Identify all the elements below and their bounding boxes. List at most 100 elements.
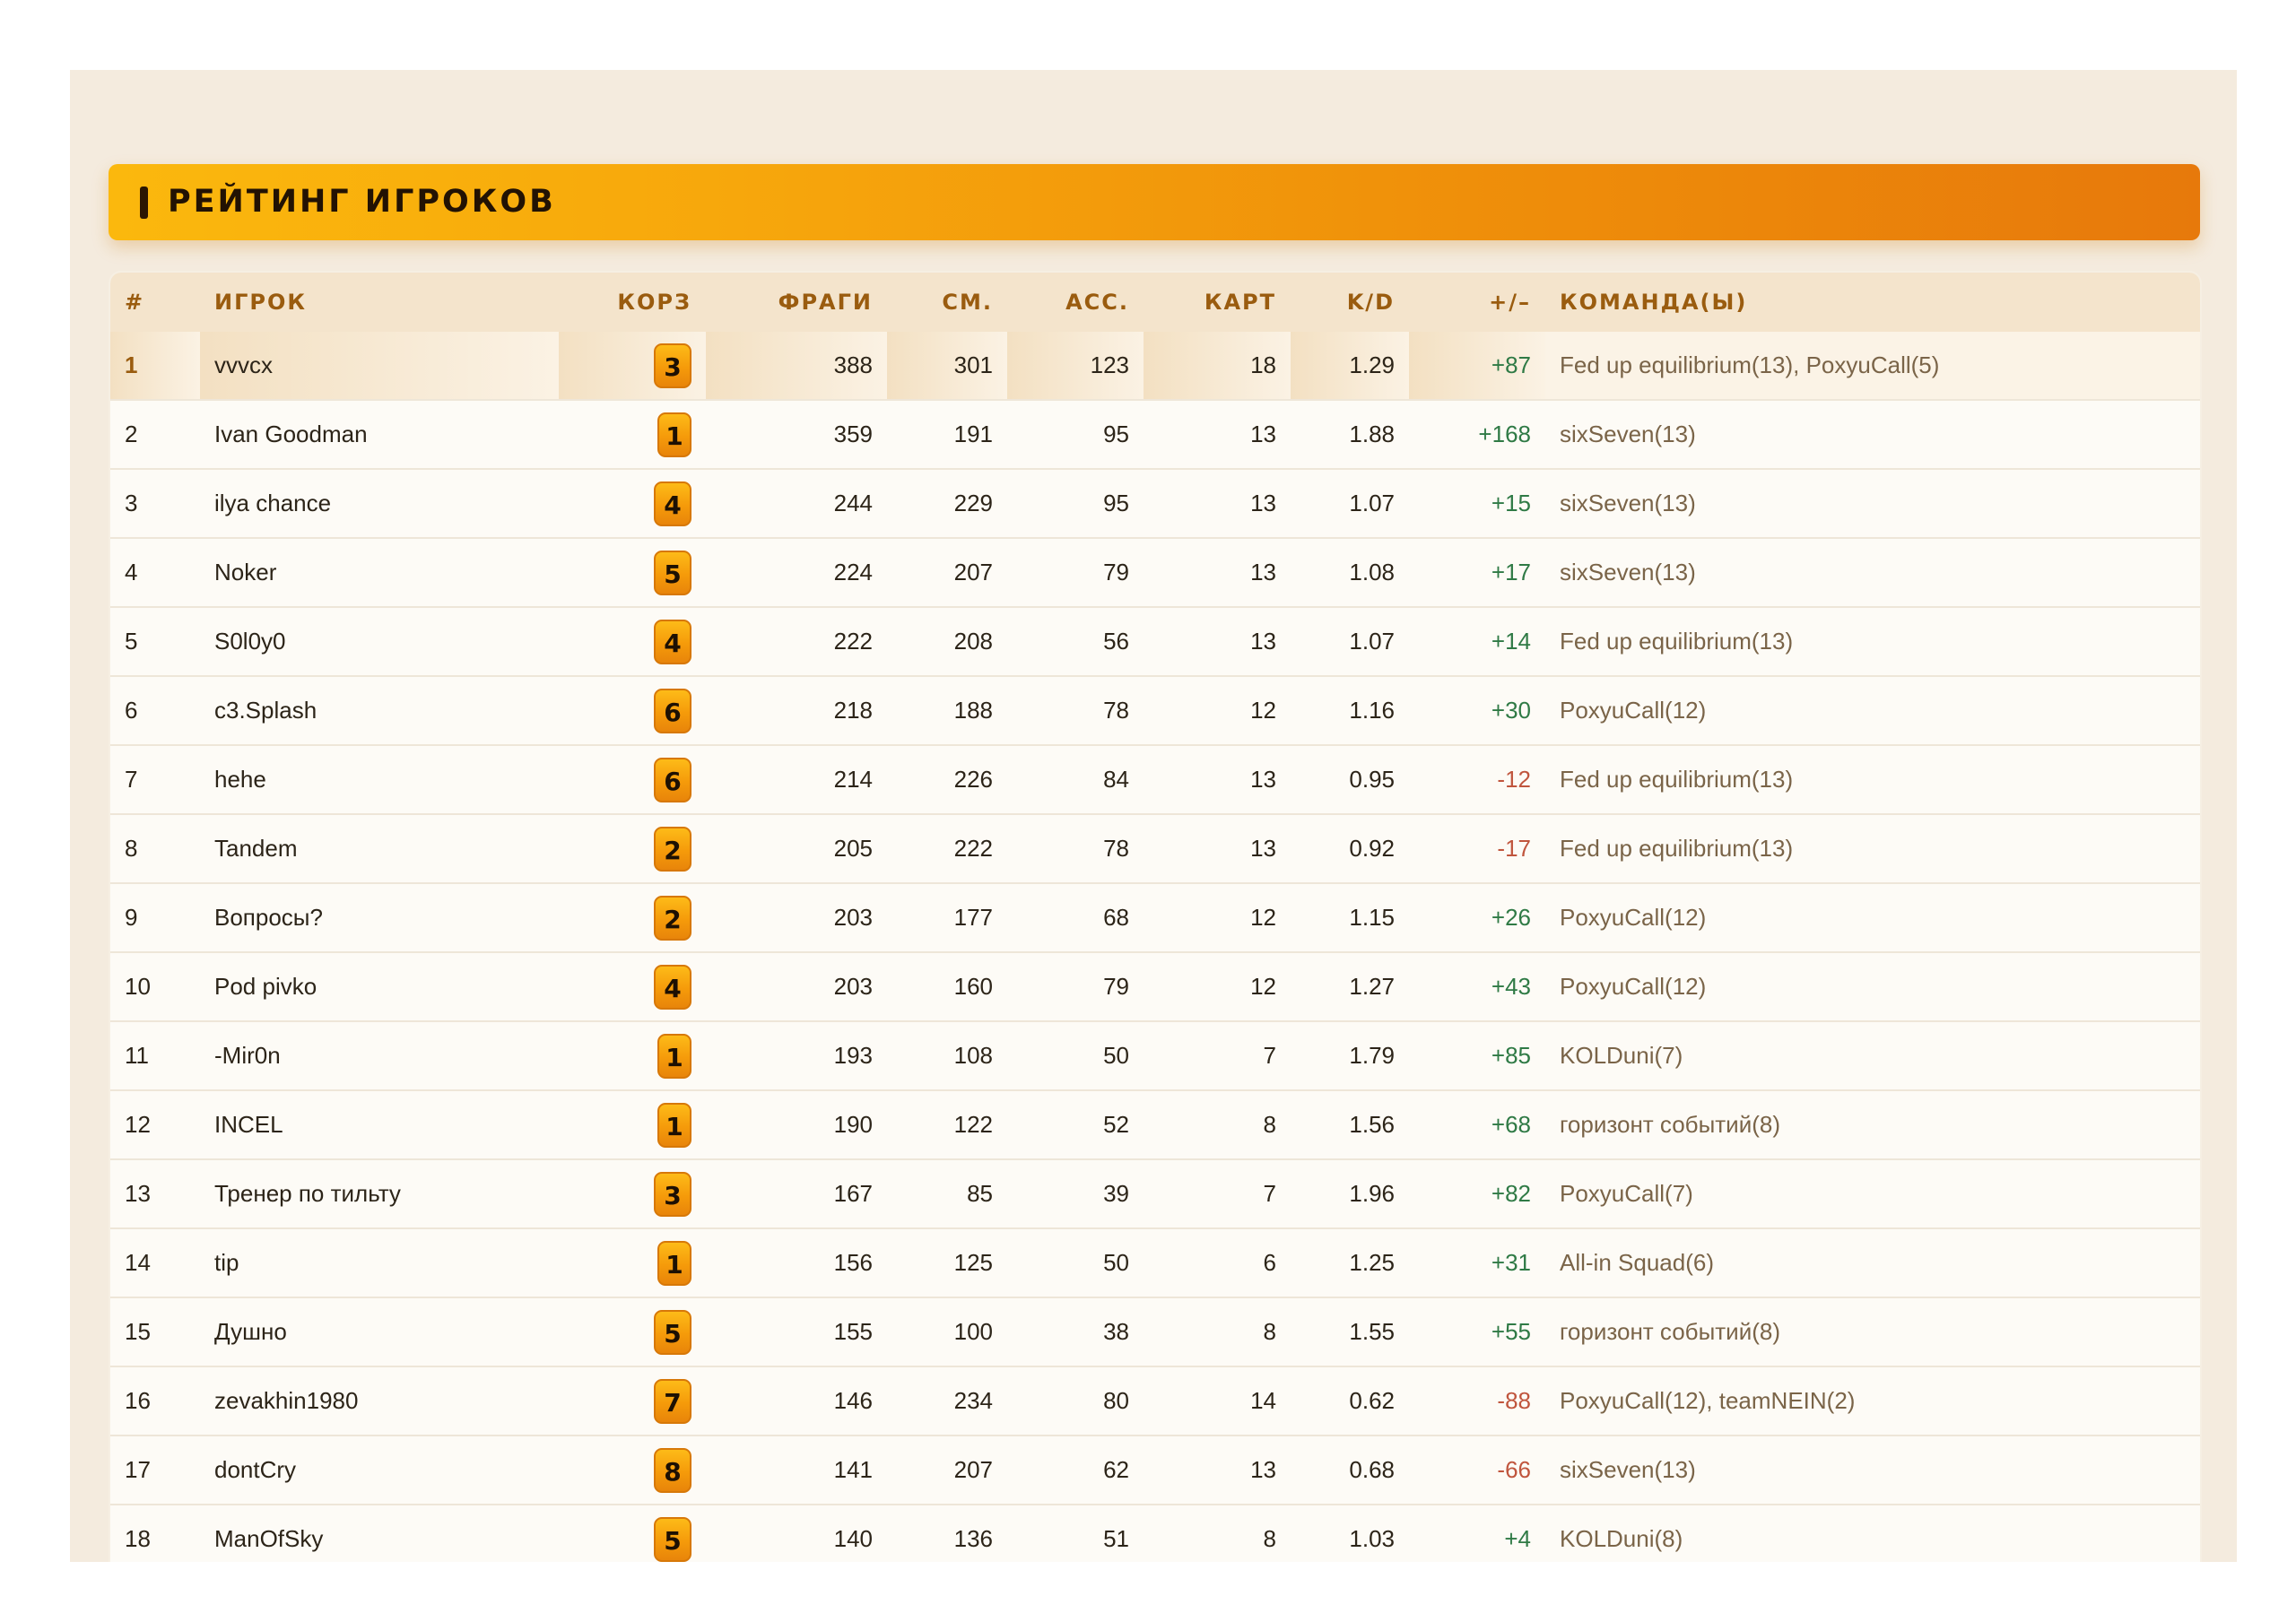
title-bar: РЕЙТИНГ ИГРОКОВ [109, 164, 2200, 240]
kd-cell: 0.62 [1291, 1366, 1409, 1436]
table-row[interactable]: 7 hehe 6 214 226 84 13 0.95 -12 Fed up equilibriu… [110, 745, 2200, 815]
rank-cell: 3 [110, 469, 200, 539]
player-name-cell: ilya chance [200, 469, 559, 539]
table-row[interactable]: 15 Душно 5 155 100 38 8 1.55 +55 горизонт событий… [110, 1297, 2200, 1367]
table-row[interactable]: 5 S0l0y0 4 222 208 56 13 1.07 +14 Fed up equilibr… [110, 607, 2200, 677]
column-header-kd[interactable]: K/D [1291, 273, 1409, 332]
teams-cell: PoxyuCall(12) [1545, 883, 2200, 953]
kd-cell: 1.07 [1291, 469, 1409, 539]
table-row[interactable]: 16 zevakhin1980 7 146 234 80 14 0.62 -88 PoxyuCal… [110, 1366, 2200, 1436]
basket-cell: 1 [559, 1228, 706, 1298]
basket-cell: 3 [559, 1159, 706, 1229]
column-header-rank[interactable]: # [110, 273, 200, 332]
assists-cell: 51 [1007, 1505, 1144, 1562]
table-row[interactable]: 8 Tandem 2 205 222 78 13 0.92 -17 Fed up equilibr… [110, 814, 2200, 884]
assists-cell: 62 [1007, 1436, 1144, 1505]
assists-cell: 79 [1007, 538, 1144, 608]
player-name-cell: -Mir0n [200, 1021, 559, 1091]
maps-cell: 13 [1144, 469, 1291, 539]
deaths-cell: 229 [887, 469, 1007, 539]
deaths-cell: 160 [887, 952, 1007, 1022]
maps-cell: 12 [1144, 676, 1291, 746]
rank-cell: 17 [110, 1436, 200, 1505]
rank-cell: 14 [110, 1228, 200, 1298]
table-row[interactable]: 9 Вопросы? 2 203 177 68 12 1.15 +26 PoxyuCall(12) [110, 883, 2200, 953]
table-row[interactable]: 14 tip 1 156 125 50 6 1.25 +31 All-in Squad(6) [110, 1228, 2200, 1298]
kills-cell: 203 [706, 883, 887, 953]
table-row[interactable]: 18 ManOfSky 5 140 136 51 8 1.03 +4 KOLDuni(8) [110, 1505, 2200, 1562]
rank-cell: 16 [110, 1366, 200, 1436]
kd-cell: 1.55 [1291, 1297, 1409, 1367]
kd-cell: 1.96 [1291, 1159, 1409, 1229]
column-header-assists[interactable]: АСС. [1007, 273, 1144, 332]
assists-cell: 78 [1007, 814, 1144, 884]
table-row[interactable]: 12 INCEL 1 190 122 52 8 1.56 +68 горизонт событий… [110, 1090, 2200, 1160]
basket-badge: 8 [654, 1447, 691, 1493]
deaths-cell: 226 [887, 745, 1007, 815]
teams-cell: горизонт событий(8) [1545, 1297, 2200, 1367]
assists-cell: 79 [1007, 952, 1144, 1022]
rank-cell: 1 [110, 332, 200, 401]
basket-badge: 6 [654, 688, 691, 733]
rank-cell: 7 [110, 745, 200, 815]
player-name-cell: vvvcx [200, 332, 559, 401]
basket-cell: 8 [559, 1436, 706, 1505]
rating-panel: РЕЙТИНГ ИГРОКОВ # ИГРОК КОРЗ ФРАГИ СМ. А… [70, 70, 2237, 1562]
teams-cell: sixSeven(13) [1545, 469, 2200, 539]
deaths-cell: 100 [887, 1297, 1007, 1367]
diff-cell: +14 [1409, 607, 1545, 677]
assists-cell: 50 [1007, 1021, 1144, 1091]
basket-cell: 4 [559, 607, 706, 677]
kd-cell: 0.92 [1291, 814, 1409, 884]
assists-cell: 56 [1007, 607, 1144, 677]
column-header-kills[interactable]: ФРАГИ [706, 273, 887, 332]
column-header-player[interactable]: ИГРОК [200, 273, 559, 332]
table-row[interactable]: 13 Тренер по тильту 3 167 85 39 7 1.96 +82 PoxyuC… [110, 1159, 2200, 1229]
basket-cell: 1 [559, 1090, 706, 1160]
player-name-cell: Noker [200, 538, 559, 608]
player-name-cell: S0l0y0 [200, 607, 559, 677]
player-name-cell: dontCry [200, 1436, 559, 1505]
assists-cell: 95 [1007, 469, 1144, 539]
column-header-deaths[interactable]: СМ. [887, 273, 1007, 332]
maps-cell: 12 [1144, 952, 1291, 1022]
deaths-cell: 108 [887, 1021, 1007, 1091]
deaths-cell: 85 [887, 1159, 1007, 1229]
table-row[interactable]: 6 c3.Splash 6 218 188 78 12 1.16 +30 PoxyuCall(12… [110, 676, 2200, 746]
teams-cell: PoxyuCall(7) [1545, 1159, 2200, 1229]
rank-cell: 5 [110, 607, 200, 677]
maps-cell: 13 [1144, 745, 1291, 815]
maps-cell: 13 [1144, 607, 1291, 677]
kills-cell: 167 [706, 1159, 887, 1229]
table-row[interactable]: 17 dontCry 8 141 207 62 13 0.68 -66 sixSeven(13) [110, 1436, 2200, 1505]
maps-cell: 13 [1144, 814, 1291, 884]
column-header-teams[interactable]: КОМАНДА(Ы) [1545, 273, 2200, 332]
table-row[interactable]: 10 Pod pivko 4 203 160 79 12 1.27 +43 PoxyuCall(1… [110, 952, 2200, 1022]
table-row[interactable]: 1 vvvcx 3 388 301 123 18 1.29 +87 Fed up equilibr… [110, 332, 2200, 401]
assists-cell: 80 [1007, 1366, 1144, 1436]
kills-cell: 224 [706, 538, 887, 608]
column-header-maps[interactable]: КАРТ [1144, 273, 1291, 332]
kd-cell: 1.25 [1291, 1228, 1409, 1298]
deaths-cell: 188 [887, 676, 1007, 746]
diff-cell: +68 [1409, 1090, 1545, 1160]
kd-cell: 1.27 [1291, 952, 1409, 1022]
teams-cell: горизонт событий(8) [1545, 1090, 2200, 1160]
basket-cell: 2 [559, 814, 706, 884]
rank-cell: 13 [110, 1159, 200, 1229]
teams-cell: KOLDuni(7) [1545, 1021, 2200, 1091]
basket-badge: 5 [654, 1309, 691, 1355]
kills-cell: 218 [706, 676, 887, 746]
teams-cell: Fed up equilibrium(13) [1545, 607, 2200, 677]
table-row[interactable]: 2 Ivan Goodman 1 359 191 95 13 1.88 +168 sixSeven… [110, 400, 2200, 470]
column-header-basket[interactable]: КОРЗ [559, 273, 706, 332]
table-row[interactable]: 11 -Mir0n 1 193 108 50 7 1.79 +85 KOLDuni(7) [110, 1021, 2200, 1091]
basket-cell: 1 [559, 400, 706, 470]
assists-cell: 78 [1007, 676, 1144, 746]
table-row[interactable]: 4 Noker 5 224 207 79 13 1.08 +17 sixSeven(13) [110, 538, 2200, 608]
column-header-diff[interactable]: +/– [1409, 273, 1545, 332]
assists-cell: 39 [1007, 1159, 1144, 1229]
table-row[interactable]: 3 ilya chance 4 244 229 95 13 1.07 +15 sixSeven(1… [110, 469, 2200, 539]
basket-badge: 1 [657, 1240, 691, 1286]
diff-cell: +15 [1409, 469, 1545, 539]
